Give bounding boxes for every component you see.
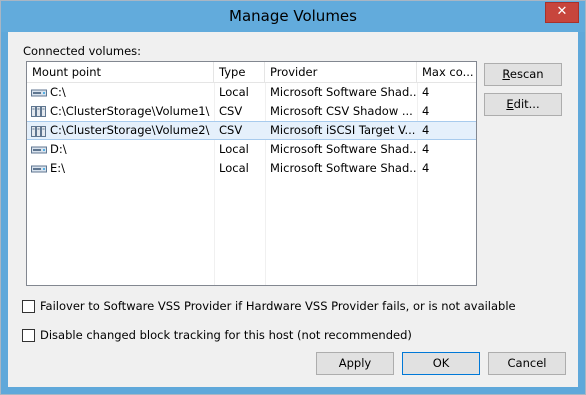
volumes-list[interactable]: Mount point Type Provider Max co... C:\ L… [26, 61, 477, 286]
rescan-accesskey: R [502, 67, 510, 81]
cell-provider: Microsoft Software Shad... [270, 85, 417, 99]
cell-max-count: 4 [422, 104, 430, 118]
table-row[interactable]: C:\ Local Microsoft Software Shad... 4 [27, 83, 476, 102]
connected-volumes-label: Connected volumes: [23, 44, 142, 58]
apply-button[interactable]: Apply [316, 352, 394, 375]
cell-provider: Microsoft Software Shad... [270, 161, 417, 175]
cell-provider: Microsoft Software Shad... [270, 142, 417, 156]
column-header-max-count[interactable]: Max co... [417, 62, 476, 82]
cell-mount-point: C:\ClusterStorage\Volume1\ [50, 104, 210, 118]
failover-label[interactable]: Failover to Software VSS Provider if Har… [40, 299, 516, 313]
title-bar[interactable]: Manage Volumes ✕ [1, 1, 585, 32]
dialog-title: Manage Volumes [229, 7, 357, 25]
edit-button[interactable]: Edit... [484, 93, 562, 116]
column-header-mount-point[interactable]: Mount point [27, 62, 214, 82]
ok-button[interactable]: OK [402, 352, 480, 375]
rescan-label: escan [509, 67, 544, 81]
cell-mount-point: C:\ [50, 85, 66, 99]
cell-type: CSV [219, 123, 243, 137]
cell-max-count: 4 [422, 142, 430, 156]
failover-checkbox[interactable] [22, 300, 35, 313]
edit-label: dit... [513, 97, 540, 111]
cell-max-count: 4 [422, 85, 430, 99]
table-row[interactable]: C:\ClusterStorage\Volume1\ CSV Microsoft C… [27, 102, 476, 121]
column-header-type[interactable]: Type [214, 62, 265, 82]
table-row[interactable]: E:\ Local Microsoft Software Shad... 4 [27, 159, 476, 178]
cell-max-count: 4 [422, 161, 430, 175]
edit-accesskey: E [506, 97, 514, 111]
rescan-button[interactable]: Rescan [484, 63, 562, 86]
cell-max-count: 4 [422, 123, 430, 137]
manage-volumes-dialog: Manage Volumes ✕ Connected volumes: Moun… [0, 0, 586, 395]
cell-mount-point: D:\ [50, 142, 67, 156]
cell-provider: Microsoft CSV Shadow ... [270, 104, 413, 118]
close-button[interactable]: ✕ [545, 2, 579, 23]
cell-mount-point: C:\ClusterStorage\Volume2\ [50, 123, 210, 137]
disable-cbt-checkbox[interactable] [22, 329, 35, 342]
cell-type: CSV [219, 104, 243, 118]
cell-type: Local [219, 142, 249, 156]
close-icon: ✕ [556, 4, 568, 19]
disable-cbt-label[interactable]: Disable changed block tracking for this … [40, 328, 412, 342]
list-header: Mount point Type Provider Max co... [27, 62, 476, 83]
cell-provider: Microsoft iSCSI Target V... [270, 123, 416, 137]
table-row[interactable]: D:\ Local Microsoft Software Shad... 4 [27, 140, 476, 159]
cell-type: Local [219, 161, 249, 175]
cancel-button[interactable]: Cancel [488, 352, 566, 375]
cell-type: Local [219, 85, 249, 99]
cell-mount-point: E:\ [50, 161, 66, 175]
column-header-provider[interactable]: Provider [265, 62, 417, 82]
table-row[interactable]: C:\ClusterStorage\Volume2\ CSV Microsoft i… [27, 121, 476, 140]
dialog-body: Connected volumes: Mount point Type Prov… [8, 32, 578, 387]
